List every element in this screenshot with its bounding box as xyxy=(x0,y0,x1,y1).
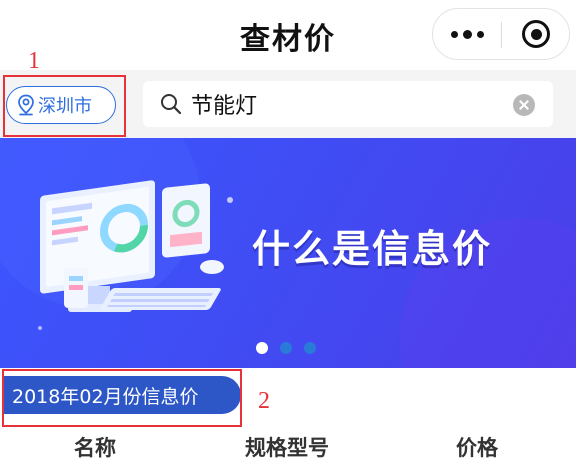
target-circle-icon[interactable] xyxy=(502,9,570,59)
navigation-bar: 查材价 xyxy=(0,0,576,70)
column-header-spec: 规格型号 xyxy=(245,436,329,460)
mini-program-capsule xyxy=(432,8,570,60)
carousel-dot-3[interactable] xyxy=(304,342,316,354)
carousel-dot-2[interactable] xyxy=(280,342,292,354)
table-header: 名称 规格型号 价格 xyxy=(0,426,576,468)
annotation-box-2 xyxy=(2,369,242,427)
banner-slogan: 什么是信息价 xyxy=(252,227,493,271)
annotation-box-1 xyxy=(3,75,126,137)
more-dots-icon[interactable] xyxy=(433,9,501,59)
search-input[interactable] xyxy=(191,88,511,120)
magnifier-icon xyxy=(161,94,182,115)
annotation-number-2: 2 xyxy=(258,388,270,414)
search-box[interactable] xyxy=(143,81,553,127)
carousel-indicator xyxy=(256,342,316,354)
column-header-price: 价格 xyxy=(456,436,498,460)
clear-circle-icon[interactable] xyxy=(513,94,535,116)
annotation-number-1: 1 xyxy=(28,48,40,74)
banner-carousel[interactable]: 什么是信息价 xyxy=(0,138,576,368)
carousel-dot-1[interactable] xyxy=(256,342,268,354)
column-header-name: 名称 xyxy=(74,436,116,460)
